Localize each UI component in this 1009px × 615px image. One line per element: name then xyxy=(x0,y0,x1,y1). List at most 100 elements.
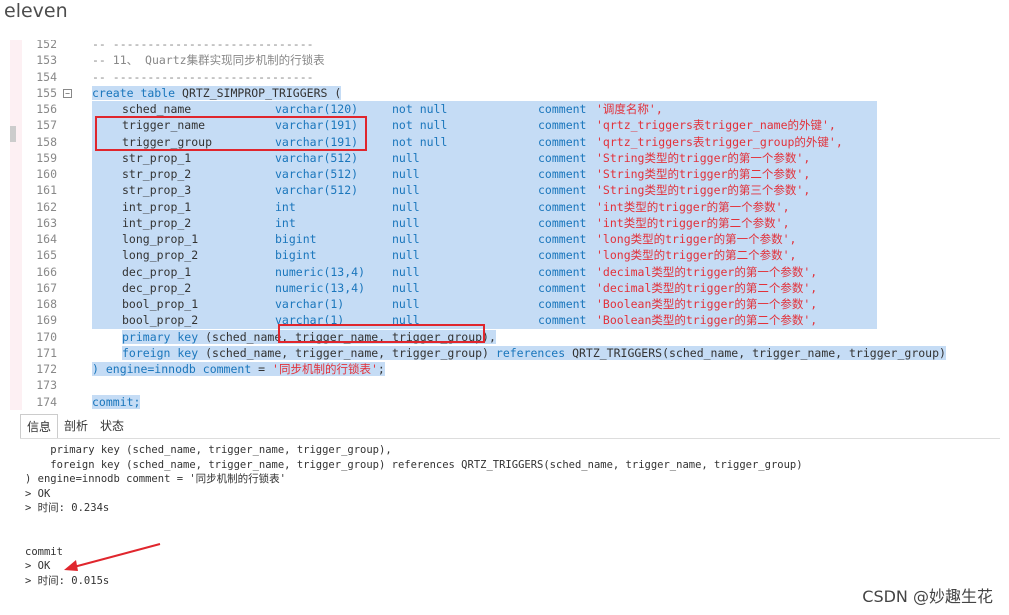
line-number: 162 xyxy=(36,199,57,214)
output-line: > OK xyxy=(25,487,51,500)
column-name: str_prop_1 xyxy=(122,150,192,165)
tab-profile[interactable]: 剖析 xyxy=(58,414,94,438)
line-number: 159 xyxy=(36,150,57,165)
comment-keyword: comment xyxy=(538,297,587,311)
code-text: str_prop_2 varchar(512) null comment 'String… xyxy=(92,166,907,183)
keyword: commit; xyxy=(92,394,141,409)
fold-toggle-icon[interactable]: − xyxy=(63,88,72,98)
selected-row: bool_prop_1 varchar(1) null comment 'Boolean… xyxy=(92,296,877,313)
code-text: -- ----------------------------- xyxy=(92,40,314,52)
column-nullability: null xyxy=(392,183,420,198)
code-text: -- ----------------------------- xyxy=(92,69,314,85)
red-arrow-annotation xyxy=(64,543,161,571)
comment-keyword: comment xyxy=(538,264,587,279)
identifier: (sched_name, trigger_name, trigger_group… xyxy=(198,345,489,360)
column-nullability: null xyxy=(392,150,420,165)
column-name: int_prop_1 xyxy=(122,199,192,214)
code-line: 166 dec_prop_1 numeric(13,4) null comment 'de… xyxy=(30,263,877,280)
column-type: varchar(512) xyxy=(275,167,359,181)
code-text: bool_prop_2 varchar(1) null comment 'Boolean… xyxy=(92,312,907,329)
comment-string: 'long类型的trigger的第一个参数', xyxy=(596,232,797,246)
line-number: 152 xyxy=(36,40,57,51)
comment-string: 'decimal类型的trigger的第二个参数', xyxy=(596,280,818,295)
column-name: str_prop_2 xyxy=(122,167,192,181)
column-type: bigint xyxy=(275,232,317,246)
column-name: int_prop_2 xyxy=(122,215,192,230)
code-line: 159 str_prop_1 varchar(512) null comment 'Str… xyxy=(30,149,877,166)
column-type: int xyxy=(275,215,296,230)
comment-keyword: comment xyxy=(538,167,587,181)
comment-string: 'String类型的trigger的第二个参数', xyxy=(596,167,811,181)
column-nullability: null xyxy=(392,248,420,263)
column-name: bool_prop_2 xyxy=(122,313,199,328)
line-number: 154 xyxy=(36,69,57,84)
line-number: 153 xyxy=(36,53,57,68)
line-number: 167 xyxy=(36,280,57,295)
comment-string: 'Boolean类型的trigger的第二个参数', xyxy=(596,313,818,328)
code-text: long_prop_1 bigint null comment 'long类型的trig… xyxy=(92,231,907,248)
line-number: 166 xyxy=(36,264,57,279)
comment-keyword: comment xyxy=(538,232,587,246)
selected-row: str_prop_1 varchar(512) null comment 'String… xyxy=(92,149,877,166)
comment-string: 'String类型的trigger的第三个参数', xyxy=(596,183,811,198)
comment-keyword: comment xyxy=(538,215,587,230)
column-nullability: null xyxy=(392,167,420,181)
identifier: = xyxy=(251,362,273,376)
column-nullability: null xyxy=(392,199,420,214)
page-heading: eleven xyxy=(4,0,68,22)
column-type: varchar(120) xyxy=(275,102,359,116)
code-line: 160 str_prop_2 varchar(512) null comment 'Str… xyxy=(30,166,877,183)
column-name: sched_name xyxy=(122,102,192,116)
comment-string: 'decimal类型的trigger的第一个参数', xyxy=(596,264,818,279)
code-text: commit; xyxy=(92,394,141,410)
identifier: QRTZ_SIMPROP_TRIGGERS ( xyxy=(175,85,342,100)
keyword: foreign key xyxy=(122,345,199,360)
code-line: 173 xyxy=(30,377,63,393)
watermark: CSDN @妙趣生花 xyxy=(862,587,993,606)
result-tabs: 信息 剖析 状态 xyxy=(20,414,1000,439)
column-type: bigint xyxy=(275,248,317,263)
code-line: 156 sched_name varchar(120) not null comment… xyxy=(30,101,877,118)
keyword: comment xyxy=(202,362,252,376)
line-number: 155 xyxy=(36,85,57,100)
line-number: 157 xyxy=(36,118,57,133)
column-name: long_prop_1 xyxy=(122,232,199,246)
code-text: create table QRTZ_SIMPROP_TRIGGERS ( xyxy=(92,85,342,101)
keyword: references xyxy=(488,345,566,360)
code-line: 157 trigger_name varchar(191) not null comme… xyxy=(30,117,877,134)
code-line: 161 str_prop_3 varchar(512) null comment 'Str… xyxy=(30,182,877,199)
line-number: 156 xyxy=(36,102,57,116)
column-nullability: null xyxy=(392,280,420,295)
line-number: 171 xyxy=(36,345,57,360)
comment-string: 'qrtz_triggers表trigger_group的外键', xyxy=(596,134,843,149)
code-line: 170 primary key (sched_name, trigger_name… xyxy=(30,329,496,345)
identifier: ; xyxy=(377,362,385,376)
code-line: 162 int_prop_1 int null comment 'int类型的trigge… xyxy=(30,198,877,215)
selected-row: str_prop_3 varchar(512) null comment 'String… xyxy=(92,182,877,199)
comment-keyword: comment xyxy=(538,118,587,133)
tab-message[interactable]: 信息 xyxy=(20,414,59,438)
code-line: 168 bool_prop_1 varchar(1) null comment 'Bool… xyxy=(30,296,877,313)
tab-status[interactable]: 状态 xyxy=(94,414,130,438)
column-type: int xyxy=(275,199,296,214)
line-number: 163 xyxy=(36,215,57,230)
comment-string: 'qrtz_triggers表trigger_name的外键', xyxy=(596,118,836,133)
sql-editor[interactable]: 152 -- ----------------------------- 153 --… xyxy=(10,40,1000,410)
selected-row: long_prop_1 bigint null comment 'long类型的trig… xyxy=(92,231,877,248)
selected-row: dec_prop_2 numeric(13,4) null comment 'decim… xyxy=(92,279,877,296)
comment-text: -- ----------------------------- xyxy=(92,40,314,51)
comment-keyword: comment xyxy=(538,313,587,328)
comment-keyword: comment xyxy=(538,280,587,295)
highlight-box-primary-key xyxy=(278,324,485,343)
output-line: primary key (sched_name, trigger_name, t… xyxy=(25,444,392,456)
column-nullability: null xyxy=(392,215,420,230)
code-text: int_prop_1 int null comment 'int类型的trigger的第… xyxy=(92,198,907,215)
highlight-box-columns xyxy=(95,116,367,151)
comment-keyword: comment xyxy=(538,248,587,263)
line-number: 169 xyxy=(36,313,57,328)
comment-string: 'Boolean类型的trigger的第一个参数', xyxy=(596,297,818,311)
output-line: > 时间: 0.015s xyxy=(25,574,110,587)
column-nullability: null xyxy=(392,297,420,311)
comment-string: 'long类型的trigger的第二个参数', xyxy=(596,248,797,263)
code-text: ) engine=innodb comment = '同步机制的行锁表'; xyxy=(92,361,385,377)
